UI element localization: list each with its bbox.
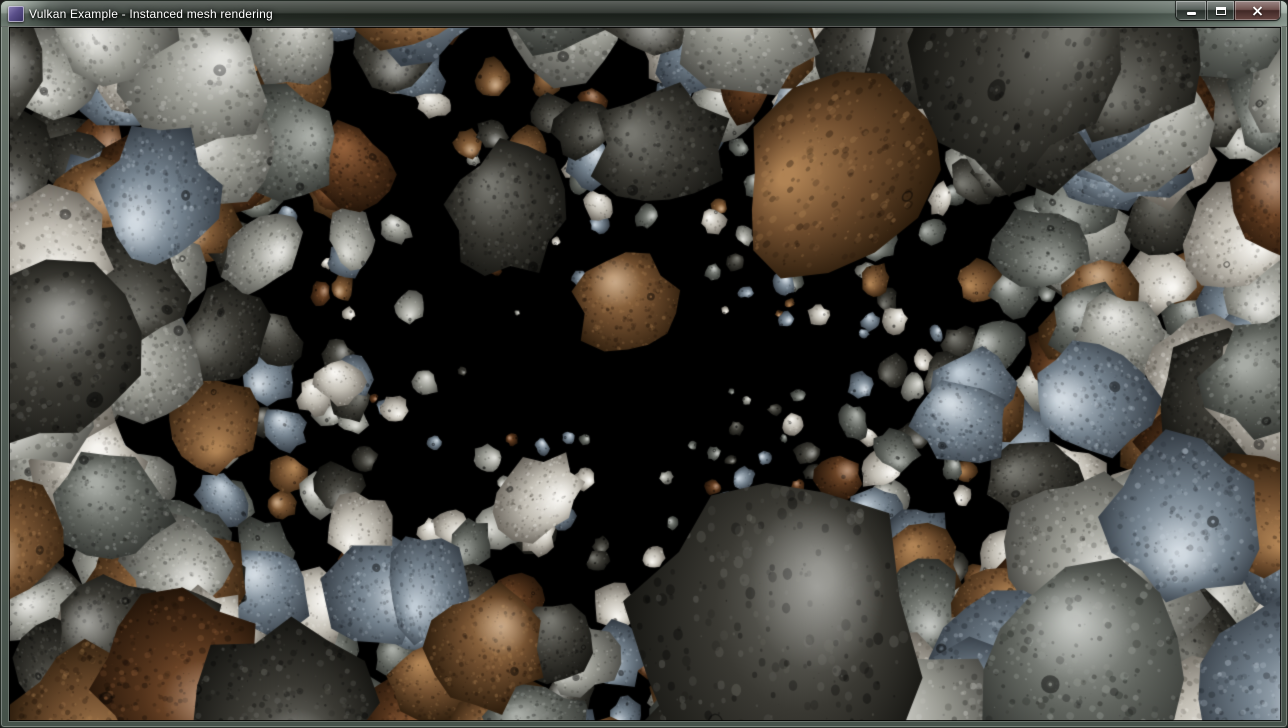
title-bar[interactable]: Vulkan Example - Instanced mesh renderin… [1, 1, 1287, 27]
minimize-icon [1187, 12, 1196, 15]
window-title: Vulkan Example - Instanced mesh renderin… [29, 1, 273, 27]
render-client-area [9, 27, 1281, 721]
close-button[interactable] [1234, 1, 1280, 20]
render-canvas[interactable] [9, 27, 1281, 721]
app-icon [8, 6, 24, 22]
app-window: Vulkan Example - Instanced mesh renderin… [0, 0, 1288, 728]
minimize-button[interactable] [1176, 1, 1206, 20]
close-icon [1252, 6, 1263, 16]
maximize-button[interactable] [1206, 1, 1234, 20]
caption-buttons [1176, 1, 1280, 20]
maximize-icon [1216, 7, 1226, 15]
